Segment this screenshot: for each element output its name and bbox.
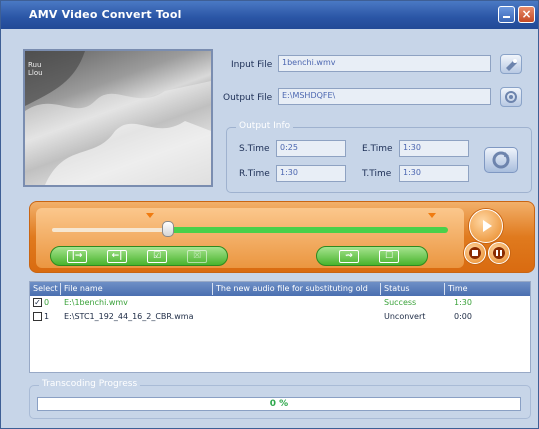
file-list-header: Select File name The new audio file for …: [30, 282, 530, 296]
row-status: Unconvert: [384, 312, 426, 321]
row-checkbox[interactable]: [33, 312, 42, 321]
progress-text: 0 %: [269, 399, 289, 409]
remove-file-button[interactable]: ☐: [379, 250, 399, 263]
window-title: AMV Video Convert Tool: [29, 8, 182, 21]
seek-track-played[interactable]: [52, 228, 168, 232]
output-file-label: Output File: [223, 93, 273, 103]
convert-button[interactable]: [484, 147, 518, 173]
row-status: Success: [384, 298, 417, 307]
row-file-name: E:\1benchi.wmv: [64, 298, 128, 307]
player-inner: |→ ←| ☑ ☒ ⇝ ☐: [36, 208, 464, 268]
file-button-group: ⇝ ☐: [316, 246, 428, 266]
folder-gear-icon: [505, 91, 517, 103]
output-file-field[interactable]: E:\MSHDQFE\: [278, 88, 491, 105]
file-list[interactable]: Select File name The new audio file for …: [29, 281, 531, 373]
row-time: 0:00: [454, 312, 472, 321]
r-time-field[interactable]: 1:30: [276, 165, 346, 182]
s-time-field[interactable]: 0:25: [276, 140, 346, 157]
header-select[interactable]: Select: [33, 284, 58, 293]
edit-button-group: |→ ←| ☑ ☒: [50, 246, 228, 266]
input-file-field[interactable]: 1benchi.wmv: [278, 55, 491, 72]
select-all-button[interactable]: ☑: [147, 250, 167, 263]
row-time: 1:30: [454, 298, 472, 307]
video-preview: Ruu Llou: [23, 49, 213, 187]
row-checkbox[interactable]: ✓: [33, 298, 42, 307]
progress-title: Transcoding Progress: [39, 379, 141, 389]
header-new-audio[interactable]: The new audio file for substituting old: [216, 284, 368, 293]
row-index: 1: [44, 312, 50, 321]
convert-icon: [492, 151, 510, 169]
minimize-button[interactable]: [498, 6, 515, 23]
t-time-label: T.Time: [362, 169, 392, 179]
player-panel: |→ ←| ☑ ☒ ⇝ ☐: [29, 201, 535, 273]
set-start-button[interactable]: |→: [67, 250, 87, 263]
play-icon: [483, 220, 492, 232]
browse-output-button[interactable]: [500, 87, 522, 107]
row-index: 0: [44, 298, 50, 307]
e-time-label: E.Time: [362, 144, 393, 154]
add-file-button[interactable]: ⇝: [339, 250, 359, 263]
preview-overlay-1: Ruu: [28, 61, 42, 69]
open-file-icon: [506, 59, 517, 71]
progress-bar: 0 %: [37, 397, 521, 411]
browse-input-button[interactable]: [500, 54, 522, 74]
title-bar[interactable]: AMV Video Convert Tool ×: [1, 1, 538, 29]
header-file-name[interactable]: File name: [64, 284, 103, 293]
list-row[interactable]: 1 E:\STC1_192_44_16_2_CBR.wma Unconvert …: [30, 311, 530, 324]
seek-thumb[interactable]: [162, 221, 174, 237]
start-marker[interactable]: [146, 213, 154, 218]
end-marker[interactable]: [428, 213, 436, 218]
close-button[interactable]: ×: [518, 6, 535, 23]
play-button[interactable]: [469, 209, 503, 243]
header-time[interactable]: Time: [448, 284, 468, 293]
input-file-label: Input File: [231, 60, 273, 70]
pause-icon: [493, 247, 505, 259]
app-window: AMV Video Convert Tool × Ruu Llou Input …: [0, 0, 539, 429]
set-end-button[interactable]: ←|: [107, 250, 127, 263]
seek-track-selection[interactable]: [168, 227, 448, 233]
r-time-label: R.Time: [239, 169, 270, 179]
output-info-title: Output Info: [236, 121, 294, 131]
row-file-name: E:\STC1_192_44_16_2_CBR.wma: [64, 312, 194, 321]
header-status[interactable]: Status: [384, 284, 410, 293]
stop-icon: [469, 247, 481, 259]
preview-overlay-2: Llou: [28, 69, 43, 77]
waterfall-image: [25, 51, 211, 185]
e-time-field[interactable]: 1:30: [399, 140, 469, 157]
t-time-field[interactable]: 1:30: [399, 165, 469, 182]
pause-button[interactable]: [488, 242, 510, 264]
s-time-label: S.Time: [239, 144, 270, 154]
deselect-button[interactable]: ☒: [187, 250, 207, 263]
stop-button[interactable]: [464, 242, 486, 264]
list-row[interactable]: ✓ 0 E:\1benchi.wmv Success 1:30: [30, 297, 530, 310]
